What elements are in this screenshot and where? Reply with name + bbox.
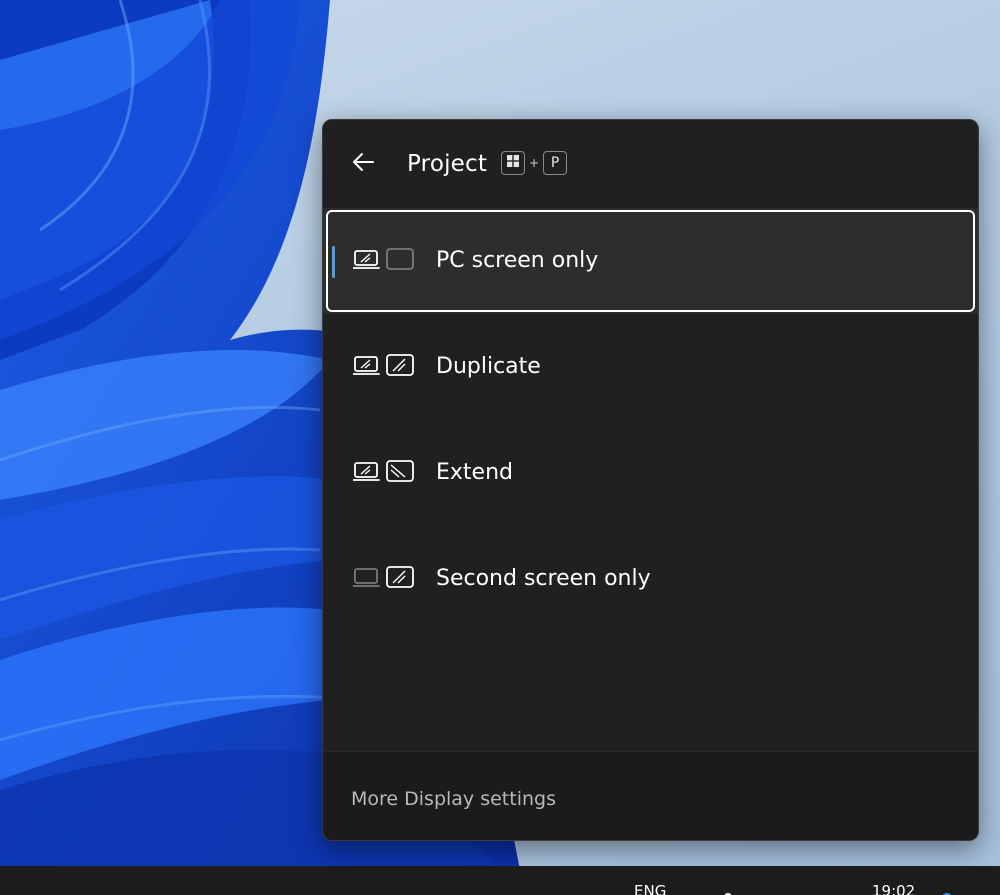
- more-display-settings-link[interactable]: More Display settings: [351, 788, 556, 810]
- project-flyout: Project + P PC screen only Duplicate Ext…: [322, 119, 979, 841]
- pc-screen-only-icon: [352, 247, 415, 275]
- duplicate-icon: [352, 353, 415, 381]
- shortcut-plus: +: [529, 156, 540, 170]
- focus-ring: [326, 210, 975, 312]
- selection-indicator: [332, 246, 335, 278]
- option-duplicate[interactable]: Duplicate: [323, 314, 978, 420]
- network-icon[interactable]: [706, 886, 734, 895]
- back-button[interactable]: [343, 146, 383, 182]
- option-label: PC screen only: [436, 248, 599, 273]
- flyout-header: Project + P: [323, 120, 978, 208]
- windows-key: [501, 151, 525, 175]
- arrow-left-icon: [351, 152, 375, 176]
- second-screen-only-icon: [352, 565, 415, 593]
- option-extend[interactable]: Extend: [323, 420, 978, 526]
- extend-icon: [352, 459, 415, 487]
- option-label: Second screen only: [436, 566, 651, 591]
- windows-logo-icon: [507, 155, 519, 171]
- clock-time[interactable]: 19:02: [872, 882, 915, 895]
- flyout-title: Project: [407, 151, 488, 177]
- keyboard-shortcut: + P: [501, 151, 568, 175]
- option-label: Duplicate: [436, 354, 541, 379]
- option-label: Extend: [436, 460, 513, 485]
- option-pc-screen-only[interactable]: PC screen only: [323, 208, 978, 314]
- p-key: P: [543, 151, 568, 175]
- projection-options: PC screen only Duplicate Extend Second s…: [323, 208, 978, 632]
- notification-icon[interactable]: [940, 886, 954, 895]
- taskbar: ENG 19:02: [0, 866, 1000, 895]
- flyout-footer: More Display settings: [323, 751, 978, 840]
- language-indicator[interactable]: ENG: [634, 882, 666, 895]
- option-second-screen-only[interactable]: Second screen only: [323, 526, 978, 632]
